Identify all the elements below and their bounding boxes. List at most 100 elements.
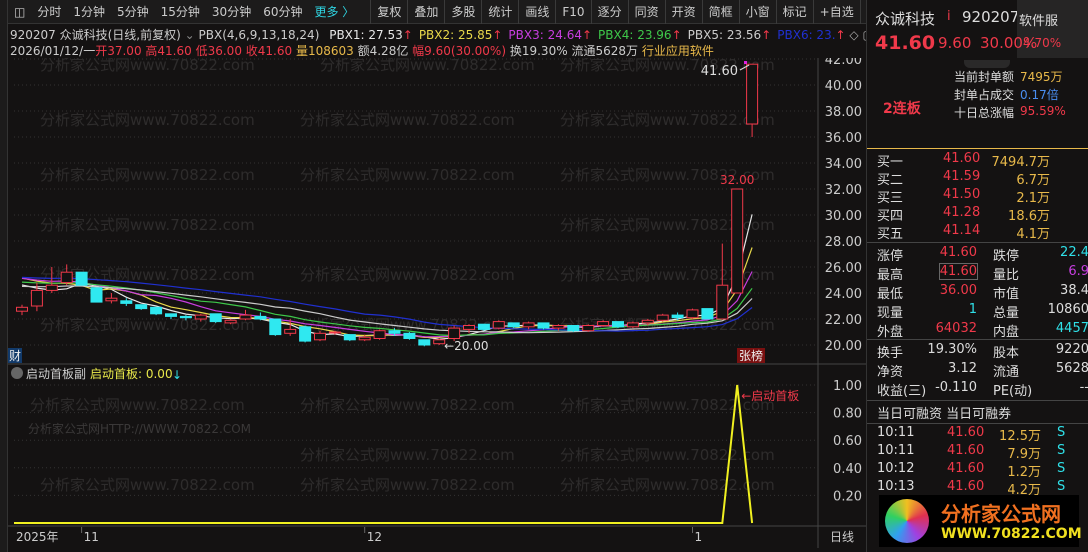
- toolbar-button[interactable]: 统计: [481, 0, 518, 24]
- bar-low: 低36.00: [195, 44, 242, 58]
- watermark: 分析家公式网www.70822.com: [560, 446, 775, 464]
- stat-label: 现量: [877, 306, 904, 321]
- toolbar-button[interactable]: +自选: [812, 0, 860, 24]
- stock-title: 920207 众诚科技(日线,前复权): [10, 28, 181, 42]
- up-arrow-icon: ↑: [581, 28, 593, 42]
- bar-turnover: 换19.30%: [509, 44, 568, 58]
- limit-up-list-label[interactable]: 张榜: [739, 348, 763, 363]
- divider: [867, 423, 1088, 424]
- y-tick-label: 34.00: [825, 157, 862, 172]
- toolbar: ◫ 分时 1分钟 5分钟 15分钟 30分钟 60分钟 更多 〉 复权 叠加 多股 统计 画线 F1…: [8, 0, 891, 24]
- collapse-button[interactable]: [964, 60, 1010, 68]
- toolbar-button[interactable]: 叠加: [407, 0, 444, 24]
- toolbar-button[interactable]: F10: [555, 0, 590, 24]
- candle-body: [507, 322, 520, 328]
- stat-value: 36.00: [939, 283, 977, 298]
- stat-value: 1: [968, 302, 977, 317]
- trade-price: 41.60: [947, 461, 985, 476]
- candle-body: [209, 313, 222, 323]
- left-tab-strip[interactable]: [0, 0, 8, 552]
- candle-body: [224, 319, 237, 324]
- y-tick-label: 28.00: [825, 235, 862, 250]
- candle-body: [626, 322, 639, 328]
- stat-label: 股本: [993, 346, 1020, 361]
- candle-body: [16, 306, 28, 312]
- stat-value: 4457: [1055, 321, 1088, 336]
- candle-body: [731, 188, 744, 294]
- ma-label[interactable]: PBX(4,6,9,13,18,24): [199, 28, 320, 42]
- kline-chart[interactable]: 42.00 40.00 38.00 36.00 34.00 32.00 30.00 28.00…: [8, 58, 866, 548]
- toolbar-button[interactable]: 简框: [701, 0, 739, 24]
- bar-volume: 量108603: [295, 44, 354, 58]
- y-tick-label: 38.00: [825, 105, 862, 120]
- sub-title[interactable]: 启动首板副: [26, 367, 86, 381]
- finance-badge-label[interactable]: 财: [9, 349, 21, 363]
- toolbar-button[interactable]: 复权: [370, 0, 407, 24]
- info-icon[interactable]: i: [947, 9, 951, 24]
- trade-volume: 7.9万: [1007, 447, 1041, 462]
- candle-body: [686, 309, 699, 319]
- period-label[interactable]: 日线: [830, 530, 854, 544]
- bar-change: 幅9.60(30.00%): [412, 44, 507, 58]
- toolbar-button[interactable]: 标记: [775, 0, 813, 24]
- candle-body: [45, 284, 58, 291]
- up-arrow-icon: ↑: [402, 28, 413, 42]
- period-tab[interactable]: 5分钟: [111, 5, 155, 19]
- quote-panel: 众诚科技i920207L R软件服4.70%41.609.6030.00%当前封…: [866, 0, 1088, 552]
- candle-body: [433, 339, 446, 345]
- margin-tabs[interactable]: 当日可融资 当日可融券: [877, 403, 1011, 422]
- sector-name[interactable]: 软件服: [1019, 10, 1058, 29]
- stat-value: 22.4: [1060, 245, 1088, 260]
- candle-body: [373, 330, 386, 340]
- last-price: 41.60: [875, 32, 936, 54]
- toolbar-button[interactable]: 同资: [627, 0, 665, 24]
- sub-y-tick: 0.80: [833, 407, 862, 422]
- candle-body: [165, 313, 177, 317]
- toolbar-button[interactable]: 逐分: [590, 0, 628, 24]
- trade-price: 41.60: [947, 425, 985, 440]
- sub-y-tick: 0.20: [833, 489, 862, 504]
- stat-value: 10860: [1047, 302, 1088, 317]
- toolbar-button[interactable]: 多股: [444, 0, 481, 24]
- candle-body: [179, 315, 192, 319]
- trade-volume: 12.5万: [999, 429, 1041, 444]
- bid-volume: 2.1万: [1016, 191, 1050, 206]
- y-tick-label: 32.00: [825, 183, 862, 198]
- dropdown-icon[interactable]: [11, 367, 23, 379]
- stat-label: 内盘: [993, 325, 1020, 340]
- toolbar-button[interactable]: 小窗: [738, 0, 776, 24]
- period-tab[interactable]: 30分钟: [206, 5, 257, 19]
- flower-logo-icon: [885, 499, 929, 543]
- trade-side: S: [1057, 479, 1066, 494]
- period-tab[interactable]: 60分钟: [257, 5, 308, 19]
- period-tab[interactable]: 分时: [31, 5, 67, 19]
- candle-body: [582, 325, 595, 332]
- dropdown-icon[interactable]: ⌄: [185, 28, 195, 42]
- x-tick-label: 11: [84, 530, 99, 544]
- stat-label: 流通: [993, 365, 1020, 380]
- more-periods-button[interactable]: 更多 〉: [308, 0, 360, 24]
- toolbar-button[interactable]: 开资: [664, 0, 702, 24]
- stat-value: 7495万: [1020, 70, 1063, 84]
- candle-body: [150, 306, 163, 315]
- bar-open: 开37.00: [95, 44, 142, 58]
- panel-toggle-icon[interactable]: ◫: [8, 0, 31, 24]
- bar-industry[interactable]: 行业应用软件: [642, 44, 714, 58]
- stat-label: 当前封单额: [953, 70, 1014, 84]
- stat-value: -0.110: [935, 380, 977, 395]
- logo-text-en: WWW.70822.COM: [941, 526, 1082, 542]
- ma-value: PBX2: 25.85: [418, 28, 493, 42]
- watermark: 分析家公式网www.70822.com: [300, 396, 515, 414]
- stat-value: 9220: [1055, 342, 1088, 357]
- toolbar-button[interactable]: 画线: [518, 0, 555, 24]
- candle-body: [641, 319, 654, 324]
- period-tab[interactable]: 1分钟: [67, 5, 111, 19]
- stat-label: 换手: [877, 346, 904, 361]
- trade-price: 41.60: [947, 479, 985, 494]
- watermark: 分析家公式网HTTP://WWW.70822.COM: [28, 421, 251, 436]
- watermark: 分析家公式网www.70822.com: [40, 58, 255, 74]
- divider: [867, 242, 1088, 243]
- trade-time: 10:12: [877, 461, 915, 476]
- period-tab[interactable]: 15分钟: [155, 5, 206, 19]
- candle-body: [448, 327, 461, 340]
